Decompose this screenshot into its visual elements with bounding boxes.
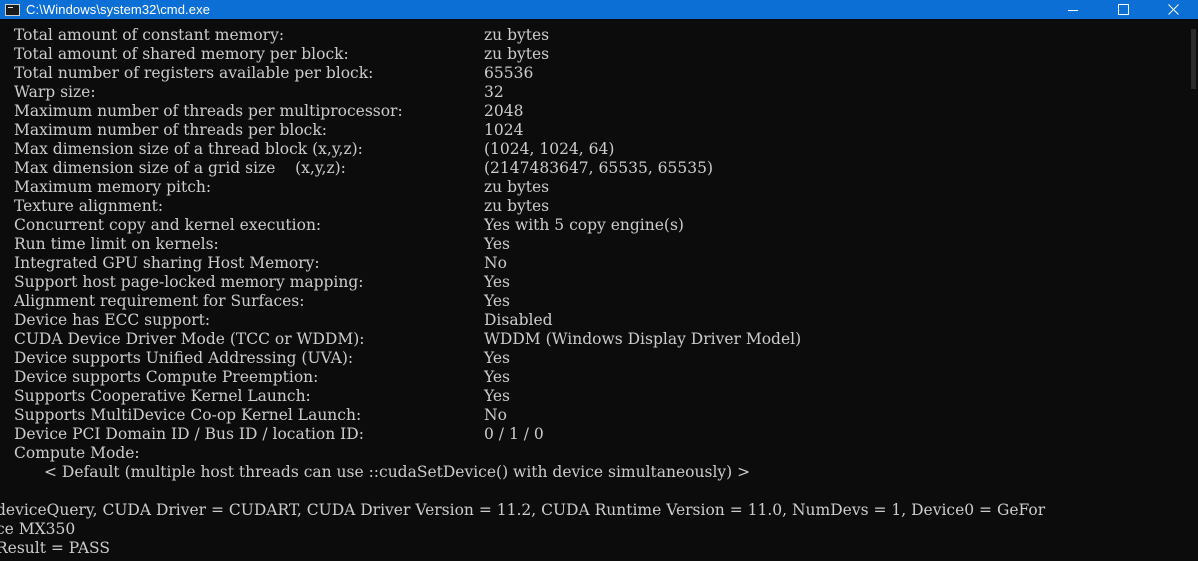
minimize-icon	[1068, 9, 1078, 11]
property-value: 2048	[484, 102, 524, 120]
property-line: CUDA Device Driver Mode (TCC or WDDM): WD…	[0, 330, 1190, 349]
property-value: Yes	[484, 387, 511, 405]
maximize-icon	[1117, 4, 1129, 15]
property-value: Yes	[484, 368, 511, 386]
property-value: zu bytes	[484, 45, 550, 63]
property-label: Device PCI Domain ID / Bus ID / location…	[14, 425, 364, 443]
property-label: Warp size:	[14, 83, 96, 101]
property-label: Device supports Unified Addressing (UVA)…	[14, 349, 354, 367]
property-line: Support host page-locked memory mapping:…	[0, 273, 1190, 292]
cmd-window: C:\Windows\system32\cmd.exe Total amount…	[0, 0, 1198, 561]
property-value: (1024, 1024, 64)	[484, 140, 615, 158]
property-label: Total number of registers available per …	[14, 64, 374, 82]
property-line: Device supports Unified Addressing (UVA)…	[0, 349, 1190, 368]
property-value: Yes with 5 copy engine(s)	[484, 216, 684, 234]
property-label: Total amount of constant memory:	[14, 26, 285, 44]
property-line: Alignment requirement for Surfaces: Yes	[0, 292, 1190, 311]
window-title: C:\Windows\system32\cmd.exe	[26, 2, 211, 17]
property-value: zu bytes	[484, 197, 550, 215]
property-value: zu bytes	[484, 26, 550, 44]
compute-mode-label: Compute Mode:	[14, 444, 140, 462]
property-line: Maximum memory pitch: zu bytes	[0, 178, 1190, 197]
console-output[interactable]: Total amount of constant memory: zu bytes…	[0, 26, 1190, 561]
maximize-button[interactable]	[1098, 0, 1148, 19]
device-properties-list: Total amount of constant memory: zu bytes…	[0, 26, 1190, 444]
window-controls	[1048, 0, 1198, 19]
property-line: Concurrent copy and kernel execution: Yes…	[0, 216, 1190, 235]
close-icon	[1167, 4, 1179, 15]
property-line: Max dimension size of a grid size (x,y,z…	[0, 159, 1190, 178]
property-label: Run time limit on kernels:	[14, 235, 219, 253]
title-bar[interactable]: C:\Windows\system32\cmd.exe	[0, 0, 1198, 19]
property-value: WDDM (Windows Display Driver Model)	[484, 330, 802, 348]
property-label: Max dimension size of a thread block (x,…	[14, 140, 363, 158]
summary-line-1: deviceQuery, CUDA Driver = CUDART, CUDA …	[0, 501, 1046, 519]
property-value: zu bytes	[484, 178, 550, 196]
property-line: Integrated GPU sharing Host Memory: No	[0, 254, 1190, 273]
property-label: Maximum memory pitch:	[14, 178, 212, 196]
property-value: Yes	[484, 235, 511, 253]
property-value: 65536	[484, 64, 534, 82]
console-app-icon[interactable]	[5, 3, 20, 16]
property-label: Device has ECC support:	[14, 311, 211, 329]
property-label: CUDA Device Driver Mode (TCC or WDDM):	[14, 330, 365, 348]
property-line: Supports MultiDevice Co-op Kernel Launch…	[0, 406, 1190, 425]
property-value: No	[484, 406, 507, 424]
property-value: Yes	[484, 292, 511, 310]
property-label: Texture alignment:	[14, 197, 164, 215]
property-label: Concurrent copy and kernel execution:	[14, 216, 322, 234]
property-value: Yes	[484, 273, 511, 291]
property-label: Supports Cooperative Kernel Launch:	[14, 387, 311, 405]
property-value: Yes	[484, 349, 511, 367]
property-label: Device supports Compute Preemption:	[14, 368, 319, 386]
property-label: Integrated GPU sharing Host Memory:	[14, 254, 320, 272]
property-label: Maximum number of threads per multiproce…	[14, 102, 403, 120]
property-line: Warp size: 32	[0, 83, 1190, 102]
property-line: Device PCI Domain ID / Bus ID / location…	[0, 425, 1190, 444]
property-line: Texture alignment: zu bytes	[0, 197, 1190, 216]
close-button[interactable]	[1148, 0, 1198, 19]
property-label: Supports MultiDevice Co-op Kernel Launch…	[14, 406, 362, 424]
property-line: Device has ECC support: Disabled	[0, 311, 1190, 330]
vertical-scrollbar[interactable]	[1190, 19, 1198, 561]
property-label: Alignment requirement for Surfaces:	[14, 292, 305, 310]
property-line: Total amount of shared memory per block:…	[0, 45, 1190, 64]
property-line: Supports Cooperative Kernel Launch: Yes	[0, 387, 1190, 406]
property-line: Total amount of constant memory: zu bytes	[0, 26, 1190, 45]
property-line: Total number of registers available per …	[0, 64, 1190, 83]
property-line: Max dimension size of a thread block (x,…	[0, 140, 1190, 159]
property-value: 0 / 1 / 0	[484, 425, 544, 443]
summary-line-2: ce MX350	[0, 520, 76, 538]
property-line: Device supports Compute Preemption: Yes	[0, 368, 1190, 387]
result-line: Result = PASS	[0, 539, 110, 557]
scrollbar-thumb[interactable]	[1191, 29, 1196, 89]
property-label: Maximum number of threads per block:	[14, 121, 327, 139]
property-value: 32	[484, 83, 504, 101]
property-value: Disabled	[484, 311, 553, 329]
property-label: Max dimension size of a grid size (x,y,z…	[14, 159, 346, 177]
property-label: Total amount of shared memory per block:	[14, 45, 349, 63]
property-label: Support host page-locked memory mapping:	[14, 273, 364, 291]
property-value: No	[484, 254, 507, 272]
property-line: Maximum number of threads per block: 1024	[0, 121, 1190, 140]
minimize-button[interactable]	[1048, 0, 1098, 19]
property-value: (2147483647, 65535, 65535)	[484, 159, 714, 177]
property-line: Maximum number of threads per multiproce…	[0, 102, 1190, 121]
property-value: 1024	[484, 121, 524, 139]
property-line: Run time limit on kernels: Yes	[0, 235, 1190, 254]
compute-mode-value: < Default (multiple host threads can use…	[44, 463, 751, 481]
